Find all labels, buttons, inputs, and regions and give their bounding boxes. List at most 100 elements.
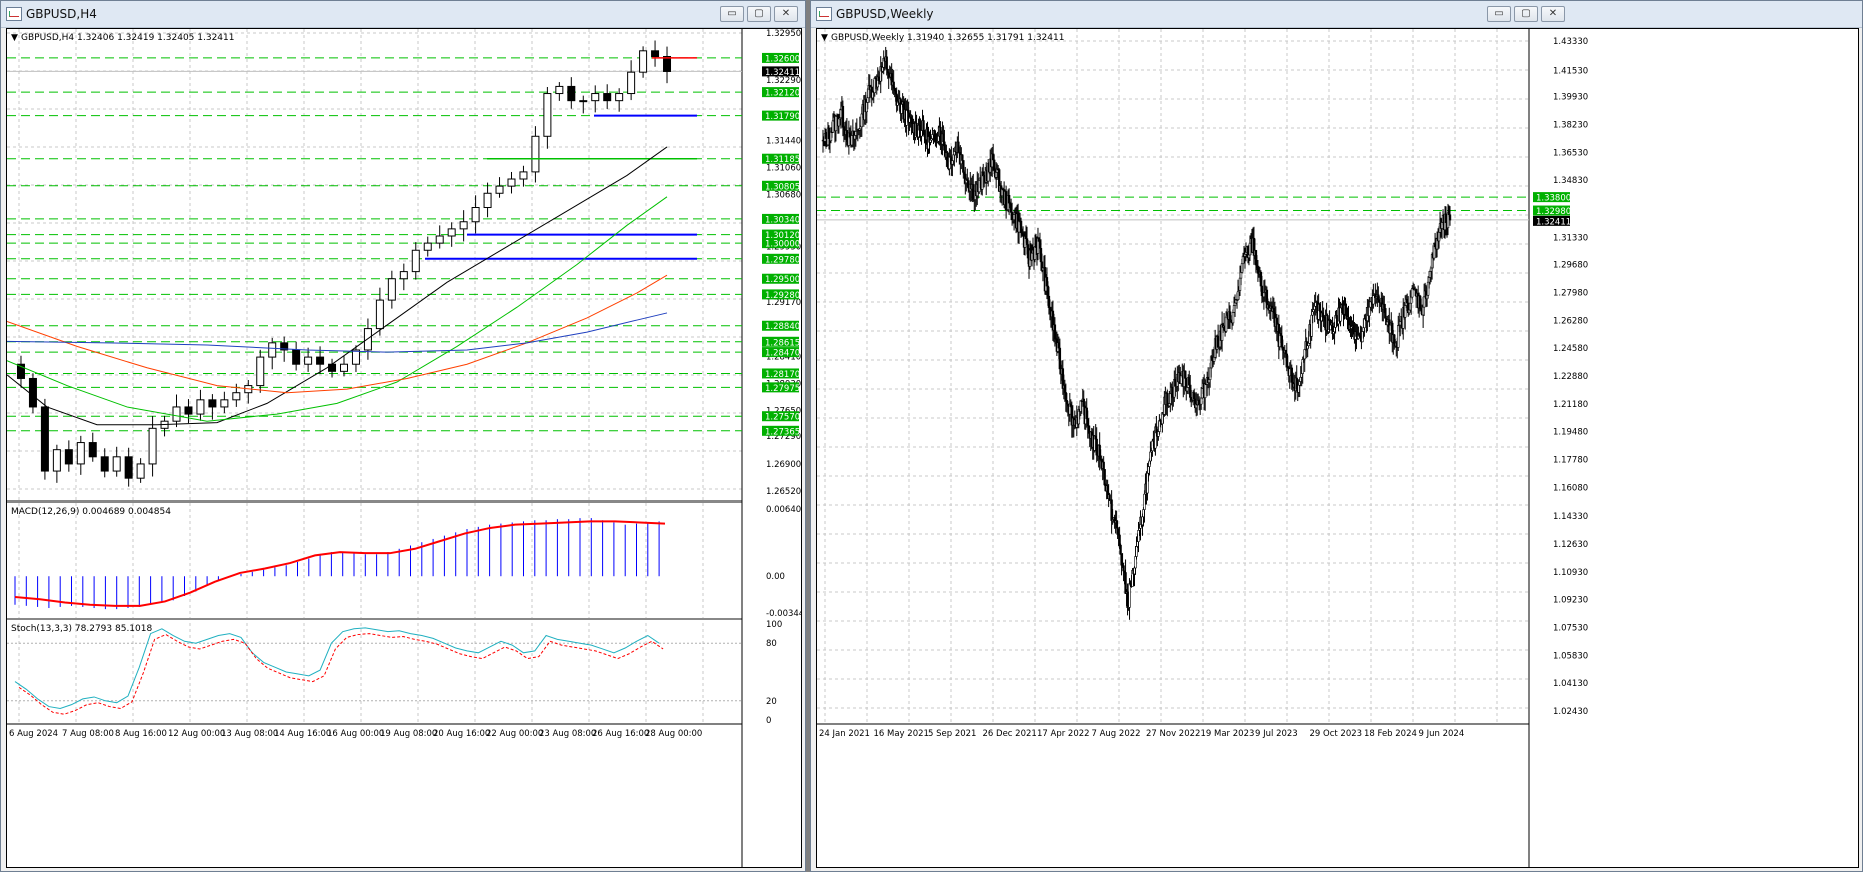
left-chart-area[interactable]: ▼ GBPUSD,H4 1.32406 1.32419 1.32405 1.324… [6, 28, 802, 868]
candle-body [866, 97, 869, 103]
candle-body [351, 349, 360, 365]
time-axis-label: 12 Aug 00:00 [168, 729, 225, 739]
candle-body [1119, 544, 1122, 555]
price-axis-label: 1.38230 [1553, 121, 1588, 131]
candle-body [208, 399, 217, 408]
candle-body [399, 271, 408, 280]
time-axis-label: 7 Aug 08:00 [62, 729, 114, 739]
candle-body [268, 342, 277, 358]
price-axis-label: 1.43330 [1553, 37, 1588, 47]
right-close-button[interactable]: ✕ [1541, 6, 1565, 22]
price-axis-label: 1.21180 [1553, 400, 1588, 410]
pane-separator [7, 500, 742, 503]
price-badge-label: 1.28840 [765, 322, 800, 332]
price-badge-label: 1.32411 [1536, 217, 1571, 227]
time-axis-label: 26 Dec 2021 [983, 729, 1037, 739]
price-axis-label: 1.07530 [1553, 623, 1588, 633]
candle-body [435, 235, 444, 244]
candle-body [292, 349, 301, 365]
price-badge-label: 1.29780 [765, 255, 800, 265]
candle-body [64, 449, 73, 465]
maximize-icon: ▢ [1521, 8, 1531, 19]
candle-body [40, 406, 49, 472]
price-badge-label: 1.32120 [765, 89, 800, 99]
left-chart-header: GBPUSD,H4 1.32406 1.32419 1.32405 1.3241… [21, 33, 234, 43]
candle-body [148, 427, 157, 465]
candle-body [387, 278, 396, 301]
candle-body [1444, 213, 1448, 224]
time-axis-label: 17 Apr 2022 [1037, 729, 1090, 739]
price-badge-label: 1.27570 [765, 413, 800, 423]
price-badge-label: 1.29500 [765, 275, 800, 285]
candle-body [579, 100, 588, 103]
price-axis-label: 1.19480 [1553, 428, 1588, 438]
candle-body [961, 154, 964, 161]
candle-body [1303, 349, 1306, 360]
right-chart-svg[interactable]: ▼ GBPUSD,Weekly 1.31940 1.32655 1.31791 1… [817, 29, 1858, 867]
chart-window-icon [816, 7, 832, 21]
price-axis-label: 1.24580 [1553, 344, 1588, 354]
time-axis-label: 19 Aug 08:00 [380, 729, 437, 739]
right-window-title: GBPUSD,Weekly [836, 7, 934, 21]
right-chart-area[interactable]: ▼ GBPUSD,Weekly 1.31940 1.32655 1.31791 1… [816, 28, 1859, 868]
macd-axis-label: 0.00 [766, 572, 785, 582]
candle-body [651, 50, 660, 58]
candle-body [411, 249, 420, 273]
right-title-bar[interactable]: GBPUSD,Weekly ▭ ▢ ✕ [811, 1, 1862, 28]
stoch-axis-label: 100 [766, 620, 782, 630]
candle-body [88, 442, 97, 458]
time-axis-label: 22 Aug 00:00 [486, 729, 543, 739]
time-axis-label: 8 Aug 16:00 [115, 729, 167, 739]
left-maximize-button[interactable]: ▢ [747, 6, 771, 22]
candle-body [423, 242, 432, 251]
candle-body [1231, 312, 1235, 324]
candle-body [220, 399, 229, 408]
candle-body [1448, 214, 1452, 221]
candle-body [1082, 398, 1085, 407]
price-axis-label: 1.27980 [1553, 288, 1588, 298]
stoch-main-line [14, 627, 660, 709]
left-title-bar[interactable]: GBPUSD,H4 ▭ ▢ ✕ [1, 1, 805, 28]
price-axis-label: 1.29680 [1553, 261, 1588, 271]
price-axis-label: 1.10930 [1553, 568, 1588, 578]
macd-axis-label: -0.003445 [766, 609, 801, 619]
candle-body [459, 221, 468, 230]
left-chart-svg[interactable]: ▼ GBPUSD,H4 1.32406 1.32419 1.32405 1.324… [7, 29, 801, 867]
left-close-button[interactable]: ✕ [774, 6, 798, 22]
candle-body [304, 356, 313, 365]
price-axis-label: 1.34830 [1553, 176, 1588, 186]
time-axis-label: 5 Sep 2021 [928, 729, 976, 739]
candle-body [184, 406, 193, 415]
candle-body [1122, 565, 1125, 572]
price-badge-label: 1.28170 [765, 370, 800, 380]
candle-body [1224, 316, 1228, 332]
candle-body [555, 85, 564, 95]
chart-dropdown-icon: ▼ [11, 33, 18, 43]
time-axis-label: 9 Jun 2024 [1419, 729, 1465, 739]
candle-body [1166, 393, 1169, 405]
stoch-axis-label: 80 [766, 639, 777, 649]
candle-body [471, 207, 480, 223]
candle-body [256, 356, 265, 387]
time-axis-label: 18 Feb 2024 [1364, 729, 1417, 739]
price-badge-label: 1.28615 [765, 338, 800, 348]
price-badge-label: 1.32600 [765, 54, 800, 64]
right-maximize-button[interactable]: ▢ [1514, 6, 1538, 22]
minimize-icon: ▭ [727, 8, 737, 19]
price-axis-label: 1.39930 [1553, 93, 1588, 103]
candle-body [639, 50, 648, 73]
time-axis-label: 7 Aug 2022 [1092, 729, 1141, 739]
candle-body [519, 171, 528, 180]
price-axis-label: 1.04130 [1553, 679, 1588, 689]
maximize-icon: ▢ [754, 8, 764, 19]
price-axis-label: 1.26520 [766, 487, 801, 497]
price-badge-label: 1.31185 [765, 155, 800, 165]
left-minimize-button[interactable]: ▭ [720, 6, 744, 22]
close-icon: ✕ [1548, 8, 1558, 19]
right-minimize-button[interactable]: ▭ [1487, 6, 1511, 22]
time-axis-label: 13 Aug 08:00 [221, 729, 278, 739]
time-axis-label: 16 May 2021 [874, 729, 929, 739]
candle-body [340, 363, 348, 372]
candle-body [328, 363, 337, 372]
price-badge-label: 1.30340 [765, 215, 800, 225]
